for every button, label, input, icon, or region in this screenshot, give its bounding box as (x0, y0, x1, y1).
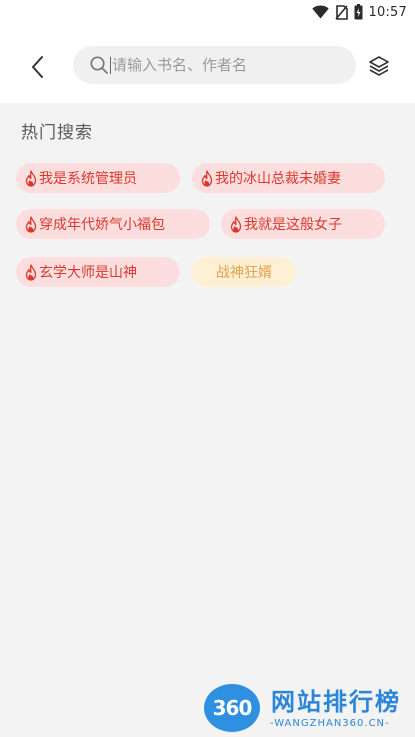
fire-icon (201, 170, 213, 187)
hot-search-tag[interactable]: 玄学大师是山神 (16, 257, 180, 287)
fire-icon (25, 264, 37, 281)
tag-label: 玄学大师是山神 (39, 265, 137, 281)
status-time: 10:57 (368, 4, 407, 20)
watermark-brand: 网站排行榜 (271, 688, 401, 716)
tag-label: 战神狂婿 (216, 265, 272, 281)
wifi-icon (311, 5, 329, 19)
text-cursor (110, 57, 111, 74)
battery-icon (354, 4, 363, 20)
tag-label: 穿成年代娇气小福包 (39, 217, 165, 233)
search-icon (90, 56, 108, 74)
watermark: 360 网站排行榜 -WANGZHAN360.CN- (200, 678, 415, 737)
hot-search-title: 热门搜索 (21, 123, 93, 143)
status-icons: 10:57 (311, 3, 407, 21)
fire-icon (230, 216, 242, 233)
watermark-logo: 360 (204, 684, 260, 732)
hot-search-tag[interactable]: 我就是这般女子 (221, 209, 385, 239)
hot-search-tag[interactable]: 我的冰山总裁未婚妻 (192, 163, 385, 193)
layers-button[interactable] (364, 51, 394, 81)
layers-icon (369, 56, 389, 76)
watermark-url: -WANGZHAN360.CN- (270, 718, 390, 729)
status-bar: 10:57 (0, 0, 415, 24)
no-sim-icon (334, 4, 348, 20)
search-box[interactable] (73, 46, 356, 84)
back-button[interactable] (22, 52, 54, 82)
hot-search-tag[interactable]: 穿成年代娇气小福包 (16, 209, 210, 239)
fire-icon (25, 170, 37, 187)
tag-label: 我是系统管理员 (39, 171, 137, 187)
hot-search-tag[interactable]: 战神狂婿 (192, 257, 296, 287)
search-input[interactable] (112, 46, 342, 84)
chevron-left-icon (32, 56, 43, 78)
search-header (0, 24, 415, 103)
fire-icon (25, 216, 37, 233)
tag-label: 我的冰山总裁未婚妻 (215, 171, 341, 187)
tag-label: 我就是这般女子 (244, 217, 342, 233)
hot-search-tag[interactable]: 我是系统管理员 (16, 163, 180, 193)
